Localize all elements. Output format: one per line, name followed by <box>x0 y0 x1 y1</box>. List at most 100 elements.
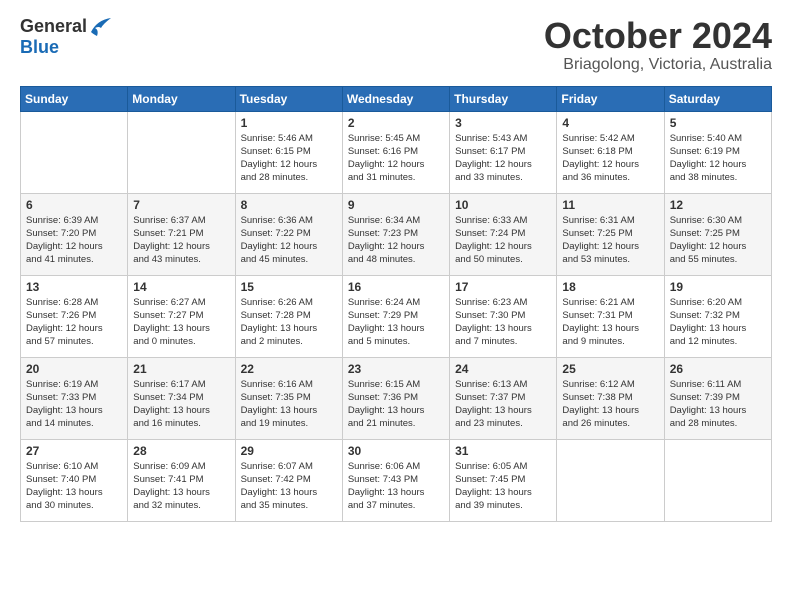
calendar-cell: 7 Sunrise: 6:37 AM Sunset: 7:21 PM Daylig… <box>128 193 235 275</box>
day-number: 15 <box>241 280 337 294</box>
calendar-cell: 11 Sunrise: 6:31 AM Sunset: 7:25 PM Dayli… <box>557 193 664 275</box>
day-info: Sunrise: 5:40 AM Sunset: 6:19 PM Dayligh… <box>670 132 766 185</box>
month-title: October 2024 <box>544 16 772 56</box>
calendar-cell: 17 Sunrise: 6:23 AM Sunset: 7:30 PM Dayli… <box>450 275 557 357</box>
day-number: 27 <box>26 444 122 458</box>
day-number: 2 <box>348 116 444 130</box>
day-number: 3 <box>455 116 551 130</box>
calendar-cell: 3 Sunrise: 5:43 AM Sunset: 6:17 PM Daylig… <box>450 111 557 193</box>
calendar-week-row: 20Sunrise: 6:19 AM Sunset: 7:33 PM Dayli… <box>21 357 772 439</box>
day-info: Sunrise: 6:07 AM Sunset: 7:42 PM Dayligh… <box>241 460 337 513</box>
calendar-cell: 13Sunrise: 6:28 AM Sunset: 7:26 PM Dayli… <box>21 275 128 357</box>
calendar-cell: 9 Sunrise: 6:34 AM Sunset: 7:23 PM Daylig… <box>342 193 449 275</box>
day-info: Sunrise: 6:24 AM Sunset: 7:29 PM Dayligh… <box>348 296 444 349</box>
day-info: Sunrise: 6:21 AM Sunset: 7:31 PM Dayligh… <box>562 296 658 349</box>
weekday-header-saturday: Saturday <box>664 86 771 111</box>
day-number: 17 <box>455 280 551 294</box>
day-info: Sunrise: 5:46 AM Sunset: 6:15 PM Dayligh… <box>241 132 337 185</box>
calendar-cell: 31 Sunrise: 6:05 AM Sunset: 7:45 PM Dayli… <box>450 439 557 521</box>
weekday-header-row: SundayMondayTuesdayWednesdayThursdayFrid… <box>21 86 772 111</box>
day-number: 1 <box>241 116 337 130</box>
day-number: 24 <box>455 362 551 376</box>
calendar-cell: 8 Sunrise: 6:36 AM Sunset: 7:22 PM Daylig… <box>235 193 342 275</box>
day-info: Sunrise: 6:06 AM Sunset: 7:43 PM Dayligh… <box>348 460 444 513</box>
calendar-cell <box>664 439 771 521</box>
calendar-cell: 19Sunrise: 6:20 AM Sunset: 7:32 PM Dayli… <box>664 275 771 357</box>
location-title: Briagolong, Victoria, Australia <box>544 56 772 74</box>
day-info: Sunrise: 6:05 AM Sunset: 7:45 PM Dayligh… <box>455 460 551 513</box>
day-info: Sunrise: 6:20 AM Sunset: 7:32 PM Dayligh… <box>670 296 766 349</box>
calendar-cell: 1 Sunrise: 5:46 AM Sunset: 6:15 PM Daylig… <box>235 111 342 193</box>
calendar-cell: 5 Sunrise: 5:40 AM Sunset: 6:19 PM Daylig… <box>664 111 771 193</box>
calendar-cell <box>128 111 235 193</box>
calendar-cell: 10 Sunrise: 6:33 AM Sunset: 7:24 PM Dayli… <box>450 193 557 275</box>
day-number: 8 <box>241 198 337 212</box>
day-info: Sunrise: 6:33 AM Sunset: 7:24 PM Dayligh… <box>455 214 551 267</box>
day-number: 21 <box>133 362 229 376</box>
day-info: Sunrise: 6:09 AM Sunset: 7:41 PM Dayligh… <box>133 460 229 513</box>
day-number: 28 <box>133 444 229 458</box>
day-number: 13 <box>26 280 122 294</box>
day-number: 11 <box>562 198 658 212</box>
calendar-cell: 14 Sunrise: 6:27 AM Sunset: 7:27 PM Dayli… <box>128 275 235 357</box>
calendar-week-row: 13Sunrise: 6:28 AM Sunset: 7:26 PM Dayli… <box>21 275 772 357</box>
day-number: 30 <box>348 444 444 458</box>
day-number: 10 <box>455 198 551 212</box>
weekday-header-thursday: Thursday <box>450 86 557 111</box>
day-number: 22 <box>241 362 337 376</box>
calendar-week-row: 6 Sunrise: 6:39 AM Sunset: 7:20 PM Daylig… <box>21 193 772 275</box>
weekday-header-tuesday: Tuesday <box>235 86 342 111</box>
calendar-cell: 24Sunrise: 6:13 AM Sunset: 7:37 PM Dayli… <box>450 357 557 439</box>
calendar-cell: 16 Sunrise: 6:24 AM Sunset: 7:29 PM Dayli… <box>342 275 449 357</box>
day-info: Sunrise: 6:34 AM Sunset: 7:23 PM Dayligh… <box>348 214 444 267</box>
weekday-header-wednesday: Wednesday <box>342 86 449 111</box>
day-number: 20 <box>26 362 122 376</box>
day-info: Sunrise: 6:31 AM Sunset: 7:25 PM Dayligh… <box>562 214 658 267</box>
logo-blue-text: Blue <box>20 37 59 58</box>
day-info: Sunrise: 5:43 AM Sunset: 6:17 PM Dayligh… <box>455 132 551 185</box>
day-number: 9 <box>348 198 444 212</box>
day-number: 23 <box>348 362 444 376</box>
weekday-header-sunday: Sunday <box>21 86 128 111</box>
day-info: Sunrise: 6:10 AM Sunset: 7:40 PM Dayligh… <box>26 460 122 513</box>
day-info: Sunrise: 6:36 AM Sunset: 7:22 PM Dayligh… <box>241 214 337 267</box>
day-number: 12 <box>670 198 766 212</box>
calendar-cell: 6 Sunrise: 6:39 AM Sunset: 7:20 PM Daylig… <box>21 193 128 275</box>
calendar-cell <box>557 439 664 521</box>
calendar-cell: 28 Sunrise: 6:09 AM Sunset: 7:41 PM Dayli… <box>128 439 235 521</box>
calendar-cell: 23Sunrise: 6:15 AM Sunset: 7:36 PM Dayli… <box>342 357 449 439</box>
calendar-cell: 20Sunrise: 6:19 AM Sunset: 7:33 PM Dayli… <box>21 357 128 439</box>
day-info: Sunrise: 5:45 AM Sunset: 6:16 PM Dayligh… <box>348 132 444 185</box>
calendar-cell: 15Sunrise: 6:26 AM Sunset: 7:28 PM Dayli… <box>235 275 342 357</box>
calendar-week-row: 27 Sunrise: 6:10 AM Sunset: 7:40 PM Dayli… <box>21 439 772 521</box>
day-number: 16 <box>348 280 444 294</box>
weekday-header-friday: Friday <box>557 86 664 111</box>
day-info: Sunrise: 6:30 AM Sunset: 7:25 PM Dayligh… <box>670 214 766 267</box>
day-number: 14 <box>133 280 229 294</box>
day-number: 25 <box>562 362 658 376</box>
day-info: Sunrise: 6:37 AM Sunset: 7:21 PM Dayligh… <box>133 214 229 267</box>
day-info: Sunrise: 6:39 AM Sunset: 7:20 PM Dayligh… <box>26 214 122 267</box>
day-number: 26 <box>670 362 766 376</box>
day-info: Sunrise: 6:17 AM Sunset: 7:34 PM Dayligh… <box>133 378 229 431</box>
header: General Blue October 2024 Briagolong, Vi… <box>20 16 772 74</box>
day-info: Sunrise: 6:11 AM Sunset: 7:39 PM Dayligh… <box>670 378 766 431</box>
day-number: 7 <box>133 198 229 212</box>
calendar-header: SundayMondayTuesdayWednesdayThursdayFrid… <box>21 86 772 111</box>
day-number: 29 <box>241 444 337 458</box>
calendar-cell: 26 Sunrise: 6:11 AM Sunset: 7:39 PM Dayli… <box>664 357 771 439</box>
calendar-cell: 25Sunrise: 6:12 AM Sunset: 7:38 PM Dayli… <box>557 357 664 439</box>
calendar-cell: 18 Sunrise: 6:21 AM Sunset: 7:31 PM Dayli… <box>557 275 664 357</box>
logo-bird-icon <box>89 18 111 36</box>
calendar-cell: 2 Sunrise: 5:45 AM Sunset: 6:16 PM Daylig… <box>342 111 449 193</box>
calendar-cell: 30 Sunrise: 6:06 AM Sunset: 7:43 PM Dayli… <box>342 439 449 521</box>
day-number: 6 <box>26 198 122 212</box>
calendar-cell: 27 Sunrise: 6:10 AM Sunset: 7:40 PM Dayli… <box>21 439 128 521</box>
day-number: 18 <box>562 280 658 294</box>
day-info: Sunrise: 6:23 AM Sunset: 7:30 PM Dayligh… <box>455 296 551 349</box>
day-number: 5 <box>670 116 766 130</box>
day-info: Sunrise: 6:27 AM Sunset: 7:27 PM Dayligh… <box>133 296 229 349</box>
title-area: October 2024 Briagolong, Victoria, Austr… <box>544 16 772 74</box>
calendar-body: 1 Sunrise: 5:46 AM Sunset: 6:15 PM Daylig… <box>21 111 772 521</box>
day-number: 31 <box>455 444 551 458</box>
